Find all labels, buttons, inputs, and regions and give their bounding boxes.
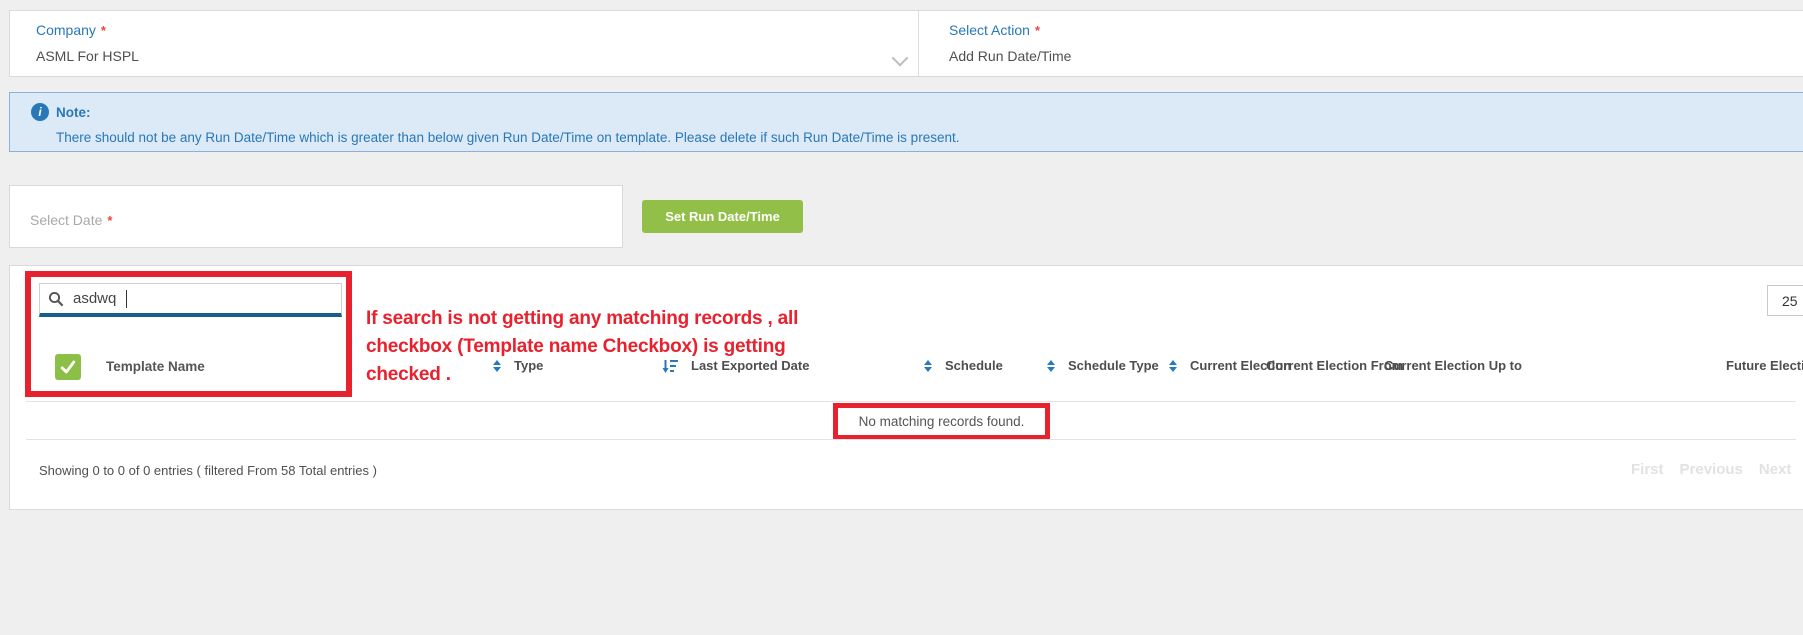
column-header-schedule-type[interactable]: Schedule Type bbox=[1047, 353, 1159, 379]
action-value: Add Run Date/Time bbox=[949, 48, 1071, 64]
pagination-previous[interactable]: Previous bbox=[1680, 461, 1743, 478]
top-form-panel: Company * ASML For HSPL Select Action * Ad… bbox=[9, 10, 1803, 77]
column-header-current-election-from[interactable]: Current Election From bbox=[1266, 353, 1403, 379]
chevron-down-icon[interactable] bbox=[892, 50, 909, 67]
column-header-label: Type bbox=[514, 353, 543, 379]
field-divider bbox=[918, 11, 919, 76]
sort-amount-icon bbox=[662, 359, 678, 374]
note-title: Note: bbox=[56, 105, 91, 120]
sort-icon bbox=[1047, 360, 1055, 372]
column-header-schedule[interactable]: Schedule bbox=[924, 353, 1003, 379]
required-asterisk: * bbox=[107, 213, 112, 228]
info-icon: i bbox=[31, 103, 49, 121]
select-all-checkbox[interactable] bbox=[55, 354, 81, 380]
select-date-placeholder-text: Select Date bbox=[30, 212, 102, 228]
search-icon bbox=[48, 291, 64, 307]
column-header-label: Future Election bbox=[1726, 353, 1803, 379]
required-asterisk: * bbox=[1035, 23, 1040, 38]
column-header-label: Schedule Type bbox=[1068, 353, 1159, 379]
column-header-type[interactable]: Type bbox=[493, 353, 543, 379]
entries-summary: Showing 0 to 0 of 0 entries ( filtered F… bbox=[39, 463, 377, 478]
sort-icon bbox=[1169, 360, 1177, 372]
action-label: Select Action * bbox=[949, 22, 1040, 38]
column-header-label: Current Election From bbox=[1266, 353, 1403, 379]
table-panel: asdwq 25 Template Name If search is not … bbox=[9, 265, 1803, 510]
column-header-last-exported-date[interactable]: Last Exported Date bbox=[662, 353, 809, 379]
page-length-select[interactable]: 25 bbox=[1767, 285, 1803, 316]
pagination-next[interactable]: Next bbox=[1759, 461, 1792, 478]
search-value: asdwq bbox=[73, 290, 116, 307]
column-header-current-election-up-to[interactable]: Current Election Up to bbox=[1384, 353, 1522, 379]
annotation-box-empty-message: No matching records found. bbox=[833, 403, 1050, 440]
company-value: ASML For HSPL bbox=[36, 48, 139, 64]
column-header-label: Schedule bbox=[945, 353, 1003, 379]
select-date-placeholder: Select Date * bbox=[30, 212, 112, 228]
column-header-future-election[interactable]: Future Election bbox=[1726, 353, 1803, 379]
sort-icon bbox=[493, 360, 501, 372]
pagination: First Previous Next Last bbox=[1631, 461, 1803, 478]
company-select[interactable]: ASML For HSPL bbox=[36, 48, 139, 64]
note-body: There should not be any Run Date/Time wh… bbox=[56, 130, 959, 145]
column-header-template-name[interactable]: Template Name bbox=[106, 354, 205, 380]
annotation-text-line3: checked . bbox=[366, 361, 451, 389]
empty-message: No matching records found. bbox=[859, 414, 1025, 429]
company-label: Company * bbox=[36, 22, 106, 38]
checkmark-icon bbox=[58, 357, 78, 377]
table-divider bbox=[26, 401, 1796, 402]
set-run-datetime-button[interactable]: Set Run Date/Time bbox=[642, 200, 803, 233]
select-date-input[interactable]: Select Date * bbox=[9, 185, 623, 248]
text-caret bbox=[126, 290, 127, 308]
annotation-text-line1: If search is not getting any matching re… bbox=[366, 305, 798, 333]
search-input[interactable]: asdwq bbox=[39, 283, 342, 317]
action-select[interactable]: Add Run Date/Time bbox=[949, 48, 1071, 64]
required-asterisk: * bbox=[101, 23, 106, 38]
note-banner: i Note: There should not be any Run Date… bbox=[9, 92, 1803, 152]
column-header-label: Current Election Up to bbox=[1384, 353, 1522, 379]
pagination-first[interactable]: First bbox=[1631, 461, 1664, 478]
page-length-value: 25 bbox=[1782, 293, 1798, 309]
company-label-text: Company bbox=[36, 22, 96, 38]
sort-icon bbox=[924, 360, 932, 372]
action-label-text: Select Action bbox=[949, 22, 1030, 38]
table-divider bbox=[26, 439, 1796, 440]
column-header-label: Last Exported Date bbox=[691, 353, 809, 379]
